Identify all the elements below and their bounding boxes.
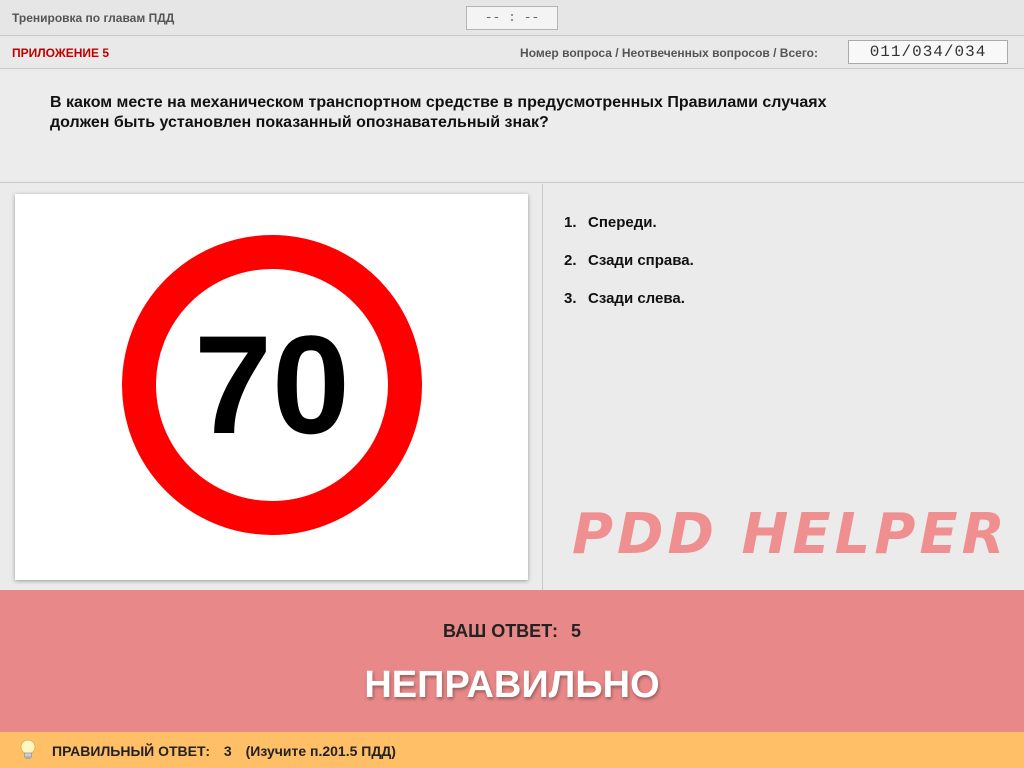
sign-number: 70 [194, 306, 350, 463]
your-answer: ВАШ ОТВЕТ: 5 [0, 621, 1024, 642]
answers-panel: 1. Спереди. 2. Сзади справа. 3. Сзади слева… [544, 184, 1024, 590]
answer-option-2[interactable]: 2. Сзади справа. [564, 252, 694, 269]
answer-number: 2. [564, 252, 577, 269]
answer-number: 1. [564, 214, 577, 231]
answer-label: Спереди. [588, 214, 657, 231]
verdict-text: НЕПРАВИЛЬНО [364, 664, 660, 706]
your-answer-label: ВАШ ОТВЕТ: [443, 621, 558, 641]
correct-answer-bar: ПРАВИЛЬНЫЙ ОТВЕТ: 3 (Изучите п.201.5 ПДД… [0, 732, 1024, 768]
question-text-line: должен быть установлен показанный опозна… [50, 114, 549, 131]
answer-number: 3. [564, 290, 577, 307]
image-panel: 70 [0, 184, 543, 590]
question-text-line: В каком месте на механическом транспортн… [50, 94, 827, 111]
speed-limit-sign: 70 [122, 235, 422, 535]
watermark: PDD HELPER [572, 502, 1009, 567]
result-panel: ВАШ ОТВЕТ: 5 НЕПРАВИЛЬНО [0, 590, 1024, 732]
question-text: В каком месте на механическом транспортн… [50, 93, 910, 133]
info-bar: ПРИЛОЖЕНИЕ 5 Номер вопроса / Неотвеченны… [0, 36, 1024, 69]
correct-answer-label: ПРАВИЛЬНЫЙ ОТВЕТ: [52, 743, 211, 759]
question-counter-label: Номер вопроса / Неотвеченных вопросов / … [520, 46, 818, 60]
answer-option-3[interactable]: 3. Сзади слева. [564, 290, 685, 307]
question-counter: 011/034/034 [848, 40, 1008, 64]
correct-answer-text: ПРАВИЛЬНЫЙ ОТВЕТ: 3 (Изучите п.201.5 ПДД… [52, 743, 406, 759]
top-bar: Тренировка по главам ПДД -- : -- [0, 0, 1024, 36]
question-image: 70 [15, 194, 528, 580]
appendix-label: ПРИЛОЖЕНИЕ 5 [12, 46, 110, 60]
correct-answer-hint: (Изучите п.201.5 ПДД) [245, 743, 396, 759]
timer-display: -- : -- [466, 6, 558, 30]
your-answer-value: 5 [570, 621, 581, 641]
answer-label: Сзади слева. [588, 290, 685, 307]
answer-option-1[interactable]: 1. Спереди. [564, 214, 657, 231]
answer-label: Сзади справа. [588, 252, 694, 269]
question-panel: В каком месте на механическом транспортн… [0, 69, 1024, 183]
app-title: Тренировка по главам ПДД [12, 11, 175, 25]
correct-answer-value: 3 [223, 743, 232, 759]
lightbulb-icon [20, 739, 36, 759]
